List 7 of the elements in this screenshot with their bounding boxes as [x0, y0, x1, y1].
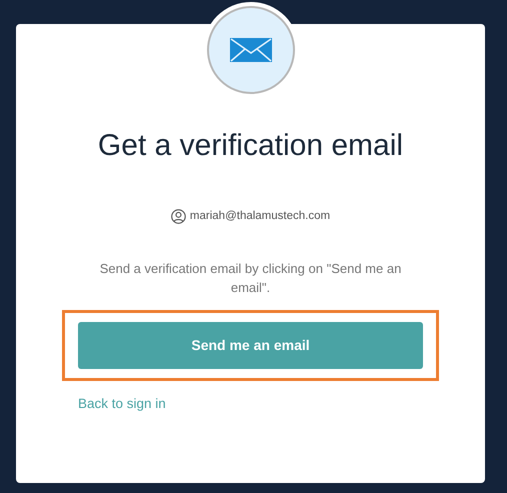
back-to-sign-in-link[interactable]: Back to sign in: [78, 396, 166, 412]
send-email-button[interactable]: Send me an email: [78, 322, 423, 370]
instruction-text: Send a verification email by clicking on "Send me an email".: [98, 260, 402, 298]
page-title: Get a verification email: [98, 128, 404, 164]
account-email: mariah@thalamustech.com: [190, 209, 330, 224]
envelope-icon: [230, 38, 272, 62]
user-icon: [170, 209, 186, 224]
